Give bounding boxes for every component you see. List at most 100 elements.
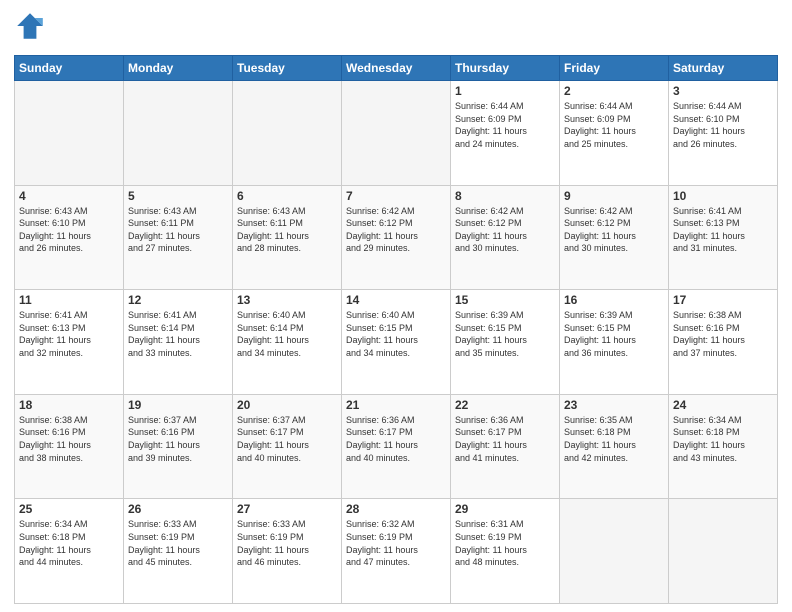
calendar-cell — [124, 81, 233, 186]
day-info: Sunrise: 6:31 AM Sunset: 6:19 PM Dayligh… — [455, 518, 555, 568]
day-info: Sunrise: 6:38 AM Sunset: 6:16 PM Dayligh… — [673, 309, 773, 359]
day-info: Sunrise: 6:37 AM Sunset: 6:16 PM Dayligh… — [128, 414, 228, 464]
day-number: 21 — [346, 398, 446, 412]
day-info: Sunrise: 6:41 AM Sunset: 6:14 PM Dayligh… — [128, 309, 228, 359]
day-info: Sunrise: 6:43 AM Sunset: 6:10 PM Dayligh… — [19, 205, 119, 255]
day-info: Sunrise: 6:42 AM Sunset: 6:12 PM Dayligh… — [455, 205, 555, 255]
day-number: 22 — [455, 398, 555, 412]
day-info: Sunrise: 6:42 AM Sunset: 6:12 PM Dayligh… — [346, 205, 446, 255]
day-number: 23 — [564, 398, 664, 412]
day-number: 20 — [237, 398, 337, 412]
day-info: Sunrise: 6:40 AM Sunset: 6:14 PM Dayligh… — [237, 309, 337, 359]
calendar-cell: 3Sunrise: 6:44 AM Sunset: 6:10 PM Daylig… — [669, 81, 778, 186]
calendar-week-row: 4 Sunrise: 6:43 AM Sunset: 6:10 PM Daylig… — [15, 185, 778, 290]
calendar-cell: 18Sunrise: 6:38 AM Sunset: 6:16 PM Dayli… — [15, 394, 124, 499]
calendar-day-header: Friday — [560, 56, 669, 81]
day-number: 4 — [19, 189, 119, 203]
calendar-cell: 7 Sunrise: 6:42 AM Sunset: 6:12 PM Daylig… — [342, 185, 451, 290]
day-number: 15 — [455, 293, 555, 307]
calendar-header-row: SundayMondayTuesdayWednesdayThursdayFrid… — [15, 56, 778, 81]
calendar-cell: 24Sunrise: 6:34 AM Sunset: 6:18 PM Dayli… — [669, 394, 778, 499]
calendar-cell — [233, 81, 342, 186]
day-info: Sunrise: 6:44 AM Sunset: 6:09 PM Dayligh… — [455, 100, 555, 150]
day-info: Sunrise: 6:33 AM Sunset: 6:19 PM Dayligh… — [237, 518, 337, 568]
day-number: 17 — [673, 293, 773, 307]
day-number: 26 — [128, 502, 228, 516]
day-number: 1 — [455, 84, 555, 98]
day-number: 14 — [346, 293, 446, 307]
calendar-cell: 23 Sunrise: 6:35 AM Sunset: 6:18 PM Dayli… — [560, 394, 669, 499]
day-info: Sunrise: 6:35 AM Sunset: 6:18 PM Dayligh… — [564, 414, 664, 464]
calendar-week-row: 1 Sunrise: 6:44 AM Sunset: 6:09 PM Daylig… — [15, 81, 778, 186]
calendar-cell: 4 Sunrise: 6:43 AM Sunset: 6:10 PM Daylig… — [15, 185, 124, 290]
calendar-cell — [15, 81, 124, 186]
day-number: 16 — [564, 293, 664, 307]
day-number: 11 — [19, 293, 119, 307]
calendar-day-header: Wednesday — [342, 56, 451, 81]
calendar-cell: 6 Sunrise: 6:43 AM Sunset: 6:11 PM Daylig… — [233, 185, 342, 290]
calendar-cell: 12Sunrise: 6:41 AM Sunset: 6:14 PM Dayli… — [124, 290, 233, 395]
calendar-cell: 29Sunrise: 6:31 AM Sunset: 6:19 PM Dayli… — [451, 499, 560, 604]
logo — [14, 10, 46, 49]
calendar-cell: 8 Sunrise: 6:42 AM Sunset: 6:12 PM Daylig… — [451, 185, 560, 290]
calendar-cell: 1 Sunrise: 6:44 AM Sunset: 6:09 PM Daylig… — [451, 81, 560, 186]
day-info: Sunrise: 6:43 AM Sunset: 6:11 PM Dayligh… — [128, 205, 228, 255]
day-info: Sunrise: 6:40 AM Sunset: 6:15 PM Dayligh… — [346, 309, 446, 359]
day-number: 28 — [346, 502, 446, 516]
calendar-day-header: Thursday — [451, 56, 560, 81]
day-number: 9 — [564, 189, 664, 203]
calendar-cell — [342, 81, 451, 186]
day-number: 10 — [673, 189, 773, 203]
calendar-cell: 25Sunrise: 6:34 AM Sunset: 6:18 PM Dayli… — [15, 499, 124, 604]
day-number: 2 — [564, 84, 664, 98]
day-number: 19 — [128, 398, 228, 412]
day-number: 6 — [237, 189, 337, 203]
calendar-cell: 26 Sunrise: 6:33 AM Sunset: 6:19 PM Dayli… — [124, 499, 233, 604]
day-info: Sunrise: 6:38 AM Sunset: 6:16 PM Dayligh… — [19, 414, 119, 464]
calendar-cell: 19 Sunrise: 6:37 AM Sunset: 6:16 PM Dayli… — [124, 394, 233, 499]
calendar-week-row: 25Sunrise: 6:34 AM Sunset: 6:18 PM Dayli… — [15, 499, 778, 604]
calendar-day-header: Tuesday — [233, 56, 342, 81]
day-number: 13 — [237, 293, 337, 307]
day-number: 27 — [237, 502, 337, 516]
day-number: 8 — [455, 189, 555, 203]
calendar-cell: 9 Sunrise: 6:42 AM Sunset: 6:12 PM Daylig… — [560, 185, 669, 290]
calendar-cell: 15 Sunrise: 6:39 AM Sunset: 6:15 PM Dayli… — [451, 290, 560, 395]
day-info: Sunrise: 6:42 AM Sunset: 6:12 PM Dayligh… — [564, 205, 664, 255]
logo-icon — [14, 10, 46, 42]
day-info: Sunrise: 6:43 AM Sunset: 6:11 PM Dayligh… — [237, 205, 337, 255]
calendar-cell: 17 Sunrise: 6:38 AM Sunset: 6:16 PM Dayli… — [669, 290, 778, 395]
calendar-cell: 2 Sunrise: 6:44 AM Sunset: 6:09 PM Daylig… — [560, 81, 669, 186]
calendar-cell: 13 Sunrise: 6:40 AM Sunset: 6:14 PM Dayli… — [233, 290, 342, 395]
day-info: Sunrise: 6:33 AM Sunset: 6:19 PM Dayligh… — [128, 518, 228, 568]
day-info: Sunrise: 6:39 AM Sunset: 6:15 PM Dayligh… — [455, 309, 555, 359]
day-info: Sunrise: 6:41 AM Sunset: 6:13 PM Dayligh… — [19, 309, 119, 359]
calendar-cell: 5 Sunrise: 6:43 AM Sunset: 6:11 PM Daylig… — [124, 185, 233, 290]
day-info: Sunrise: 6:32 AM Sunset: 6:19 PM Dayligh… — [346, 518, 446, 568]
calendar-table: SundayMondayTuesdayWednesdayThursdayFrid… — [14, 55, 778, 604]
calendar-cell: 11 Sunrise: 6:41 AM Sunset: 6:13 PM Dayli… — [15, 290, 124, 395]
day-number: 5 — [128, 189, 228, 203]
day-info: Sunrise: 6:37 AM Sunset: 6:17 PM Dayligh… — [237, 414, 337, 464]
calendar-cell: 20 Sunrise: 6:37 AM Sunset: 6:17 PM Dayli… — [233, 394, 342, 499]
day-info: Sunrise: 6:36 AM Sunset: 6:17 PM Dayligh… — [455, 414, 555, 464]
day-number: 7 — [346, 189, 446, 203]
day-info: Sunrise: 6:36 AM Sunset: 6:17 PM Dayligh… — [346, 414, 446, 464]
calendar-cell — [560, 499, 669, 604]
day-info: Sunrise: 6:41 AM Sunset: 6:13 PM Dayligh… — [673, 205, 773, 255]
day-info: Sunrise: 6:44 AM Sunset: 6:09 PM Dayligh… — [564, 100, 664, 150]
calendar-week-row: 11 Sunrise: 6:41 AM Sunset: 6:13 PM Dayli… — [15, 290, 778, 395]
day-number: 25 — [19, 502, 119, 516]
calendar-day-header: Monday — [124, 56, 233, 81]
day-info: Sunrise: 6:34 AM Sunset: 6:18 PM Dayligh… — [673, 414, 773, 464]
calendar-cell: 16Sunrise: 6:39 AM Sunset: 6:15 PM Dayli… — [560, 290, 669, 395]
calendar-day-header: Saturday — [669, 56, 778, 81]
page: SundayMondayTuesdayWednesdayThursdayFrid… — [0, 0, 792, 612]
calendar-cell — [669, 499, 778, 604]
calendar-cell: 22 Sunrise: 6:36 AM Sunset: 6:17 PM Dayli… — [451, 394, 560, 499]
calendar-cell: 21 Sunrise: 6:36 AM Sunset: 6:17 PM Dayli… — [342, 394, 451, 499]
calendar-day-header: Sunday — [15, 56, 124, 81]
header — [14, 10, 778, 49]
calendar-cell: 10 Sunrise: 6:41 AM Sunset: 6:13 PM Dayli… — [669, 185, 778, 290]
day-number: 3 — [673, 84, 773, 98]
